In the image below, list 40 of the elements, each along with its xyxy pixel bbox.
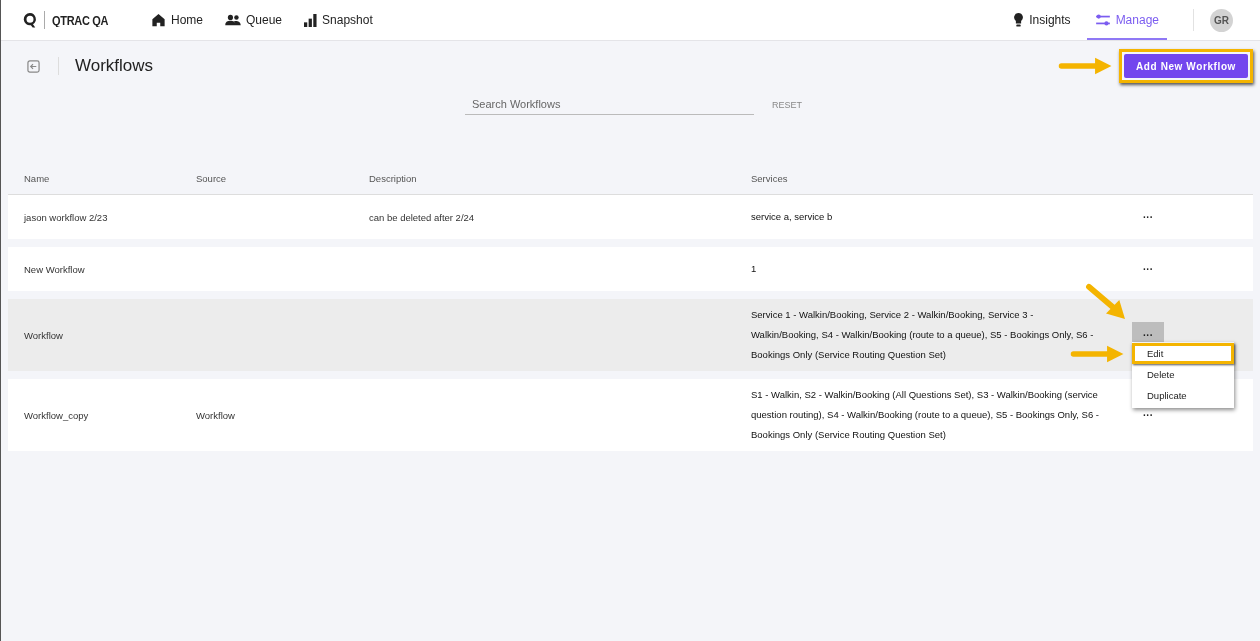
column-header: Description xyxy=(369,173,418,186)
nav-link[interactable]: Home xyxy=(151,0,203,40)
menu-item[interactable]: Delete xyxy=(1132,364,1234,385)
nav-link[interactable]: Snapshot xyxy=(304,0,373,40)
table-cell: New Workflow xyxy=(24,263,85,275)
table-cell: jason workflow 2/23 xyxy=(24,211,108,223)
table-row[interactable] xyxy=(8,379,1253,451)
annotation-arrow xyxy=(1085,283,1127,321)
add-workflow-button[interactable]: Add New Workflow xyxy=(1124,54,1248,78)
table-cell: service a, service b xyxy=(751,211,833,222)
nav-tab[interactable]: Insights xyxy=(1005,0,1079,40)
page-title: Workflows xyxy=(75,56,154,76)
exit-icon[interactable] xyxy=(27,59,40,73)
sliders-icon xyxy=(1094,14,1111,26)
column-header: Source xyxy=(196,173,228,186)
more-button[interactable]: ··· xyxy=(1132,256,1164,282)
more-button[interactable]: ··· xyxy=(1132,204,1164,230)
table-cell: 1 xyxy=(751,263,757,274)
nav-link[interactable]: Queue xyxy=(225,0,283,40)
menu-item[interactable]: Edit xyxy=(1132,343,1234,364)
table-cell: Workflow_copy xyxy=(24,409,89,421)
table-cell: Workflow xyxy=(24,329,63,341)
home-icon xyxy=(151,13,166,27)
logo-icon xyxy=(23,12,37,28)
table-cell: Service 1 - Walkin/Booking, Service 2 - Walkin/Booking, Service 3 - Walkin/Booking, S4 - Walkin/Booking (route to a queue), S5 - Bookings Only, S6 - Bookings Only (Service Routing Question Set) xyxy=(751,309,1094,360)
table-row[interactable]: jason workflow 2/23 can be deleted after 2/24 service a, service b ··· xyxy=(8,195,1253,239)
table-row[interactable]: New Workflow 1 ··· xyxy=(8,247,1253,291)
table-cell: can be deleted after 2/24 xyxy=(369,211,475,223)
user-avatar[interactable]: GR xyxy=(1210,8,1233,32)
bar-chart-icon xyxy=(304,13,318,27)
brand-name: QTRAC QA xyxy=(52,13,109,27)
table-cell: S1 - Walkin, S2 - Walkin/Booking (All Questions Set), S3 - Walkin/Booking (service question routing), S4 - Walkin/Booking (route to a queue), S5 - Bookings Only, S6 - Bookings Only (Service Routing Question Set) xyxy=(751,389,1099,440)
table-cell: Workflow xyxy=(196,409,235,421)
people-icon xyxy=(225,14,241,26)
lightbulb-icon xyxy=(1013,13,1025,27)
column-header: Services xyxy=(751,173,788,186)
search-field[interactable]: Search Workflows xyxy=(465,94,754,115)
nav-tab[interactable]: Manage xyxy=(1086,0,1167,40)
reset-button[interactable]: RESET xyxy=(766,98,808,111)
column-header: Name xyxy=(24,173,51,186)
